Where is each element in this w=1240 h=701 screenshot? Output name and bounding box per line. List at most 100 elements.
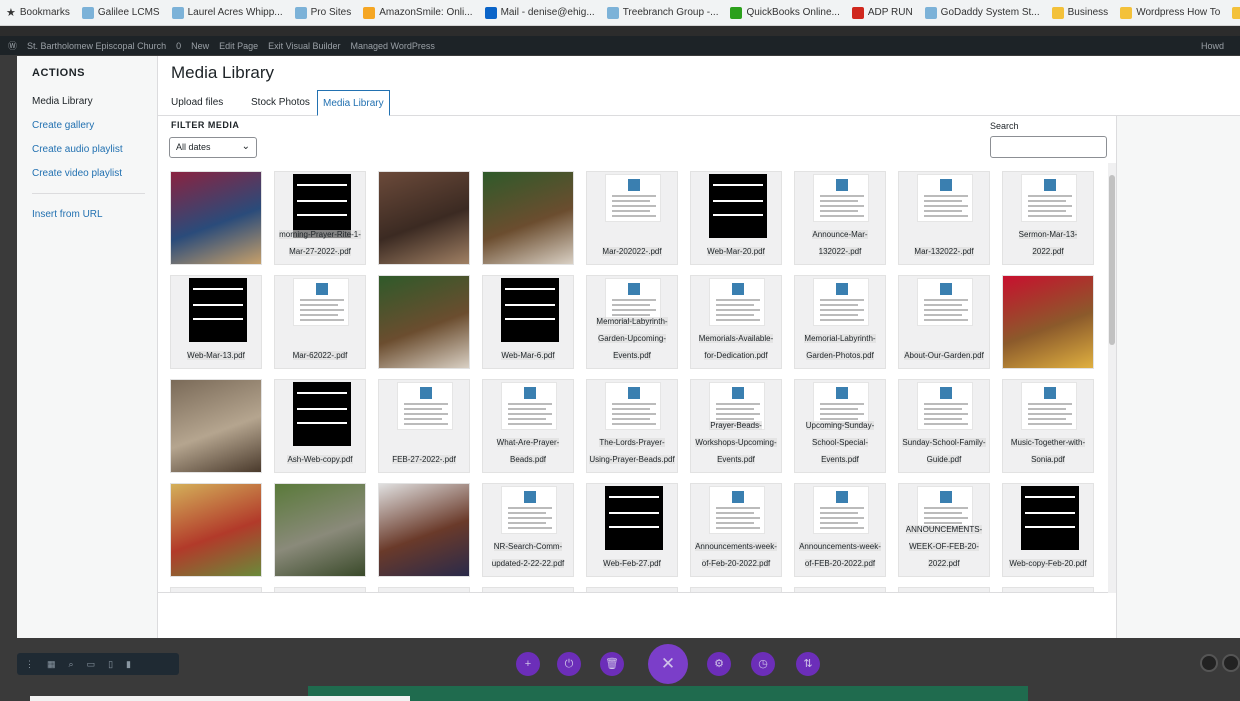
howdy-user[interactable]: Howd bbox=[1201, 41, 1224, 51]
search-circle-icon[interactable] bbox=[1200, 654, 1218, 672]
media-item[interactable] bbox=[170, 483, 262, 577]
media-item[interactable]: FEB-27-2022-.pdf bbox=[378, 379, 470, 473]
media-item[interactable]: NR-Search-Comm-updated-2-22-22.pdf bbox=[482, 483, 574, 577]
media-item[interactable] bbox=[274, 587, 366, 592]
media-item[interactable]: Memorials-Available-for-Dedication.pdf bbox=[690, 275, 782, 369]
media-item[interactable]: Mar-62022-.pdf bbox=[274, 275, 366, 369]
media-item[interactable] bbox=[586, 587, 678, 592]
scrollbar-thumb[interactable] bbox=[1109, 175, 1115, 345]
media-item[interactable]: Memorial-Labyrinth-Garden-Photos.pdf bbox=[794, 275, 886, 369]
sidebar-item-create-video-playlist[interactable]: Create video playlist bbox=[32, 168, 122, 179]
edit-page-link[interactable]: Edit Page bbox=[219, 41, 258, 51]
wordpress-icon[interactable]: Ⓦ bbox=[8, 39, 17, 52]
sidebar-item-create-gallery[interactable]: Create gallery bbox=[32, 120, 94, 131]
media-item[interactable] bbox=[170, 171, 262, 265]
media-item[interactable] bbox=[482, 171, 574, 265]
bookmark-item[interactable]: Laurel Acres Whipp... bbox=[171, 6, 283, 19]
media-item[interactable]: Music-Together-with-Sonia.pdf bbox=[1002, 379, 1094, 473]
help-circle-icon[interactable] bbox=[1222, 654, 1240, 672]
media-item[interactable]: Memorial-Labyrinth-Garden-Upcoming-Event… bbox=[586, 275, 678, 369]
media-item[interactable] bbox=[898, 587, 990, 592]
exit-visual-builder-link[interactable]: Exit Visual Builder bbox=[268, 41, 340, 51]
media-item[interactable] bbox=[378, 483, 470, 577]
close-icon[interactable]: ✕ bbox=[648, 644, 688, 684]
add-icon[interactable]: + bbox=[516, 652, 540, 676]
date-filter-select[interactable]: All dates ⌄ bbox=[169, 137, 257, 158]
tab-upload-files[interactable]: Upload files bbox=[166, 90, 228, 116]
search-input[interactable] bbox=[990, 136, 1107, 158]
sidebar-item-media-library[interactable]: Media Library bbox=[32, 96, 93, 107]
media-item[interactable]: Web-Feb-27.pdf bbox=[586, 483, 678, 577]
bookmark-item[interactable]: AmazonSmile: Onli... bbox=[363, 6, 473, 19]
bookmark-item[interactable]: ★ Bookmarks bbox=[6, 6, 70, 19]
history-icon[interactable]: ◷ bbox=[751, 652, 775, 676]
bookmark-item[interactable]: Wordpress How To bbox=[1120, 6, 1220, 19]
media-item[interactable]: ANNOUNCEMENTS-WEEK-OF-FEB-20-2022.pdf bbox=[898, 483, 990, 577]
bookmark-item[interactable]: Home Ideas bbox=[1232, 6, 1240, 19]
media-item[interactable]: Web-Mar-20.pdf bbox=[690, 171, 782, 265]
media-item[interactable]: morning-Prayer-Rite-1-Mar-27-2022-.pdf bbox=[274, 171, 366, 265]
bookmark-item[interactable]: GoDaddy System St... bbox=[924, 6, 1040, 19]
media-item[interactable] bbox=[378, 171, 470, 265]
bookmark-item[interactable]: Treebranch Group -... bbox=[606, 6, 718, 19]
trash-icon[interactable]: 🗑 bbox=[600, 652, 624, 676]
tab-media-library[interactable]: Media Library bbox=[317, 90, 390, 116]
bookmark-item[interactable]: QuickBooks Online... bbox=[730, 6, 840, 19]
sidebar-item-create-audio-playlist[interactable]: Create audio playlist bbox=[32, 144, 123, 155]
menu-dots-icon[interactable]: ⋮ bbox=[25, 659, 34, 670]
phone-view-icon[interactable]: ▮ bbox=[126, 659, 131, 670]
bookmark-item[interactable]: Mail - denise@ehig... bbox=[484, 6, 595, 19]
managed-wordpress-link[interactable]: Managed WordPress bbox=[351, 41, 435, 51]
bookmark-item[interactable]: ADP RUN bbox=[851, 6, 913, 19]
media-item[interactable]: Web-Mar-13.pdf bbox=[170, 275, 262, 369]
media-item[interactable]: Sermon-Mar-13-2022.pdf bbox=[1002, 171, 1094, 265]
media-item[interactable]: Mar-202022-.pdf bbox=[586, 171, 678, 265]
media-item[interactable]: Web-copy-Feb-20.pdf bbox=[1002, 483, 1094, 577]
media-item[interactable] bbox=[378, 275, 470, 369]
desktop-view-icon[interactable]: ▭ bbox=[87, 659, 96, 670]
sort-icon[interactable]: ⇅ bbox=[796, 652, 820, 676]
document-preview bbox=[709, 278, 765, 326]
media-item[interactable]: Ash-Web-copy.pdf bbox=[274, 379, 366, 473]
grid-scrollbar[interactable] bbox=[1108, 163, 1116, 593]
media-item[interactable] bbox=[1002, 275, 1094, 369]
media-item[interactable]: Mar-132022-.pdf bbox=[898, 171, 990, 265]
media-item[interactable]: The-Lords-Prayer-Using-Prayer-Beads.pdf bbox=[586, 379, 678, 473]
bookmark-item[interactable]: Galilee LCMS bbox=[81, 6, 160, 19]
preview-line bbox=[508, 512, 546, 514]
site-name-link[interactable]: St. Bartholomew Episcopal Church bbox=[27, 41, 166, 51]
comments-count[interactable]: 0 bbox=[176, 41, 181, 51]
media-item[interactable]: Announcements-week-of-Feb-20-2022.pdf bbox=[690, 483, 782, 577]
media-item[interactable] bbox=[482, 587, 574, 592]
bookmark-item[interactable]: Business bbox=[1051, 6, 1108, 19]
amazon-icon bbox=[363, 6, 376, 19]
bookmark-item[interactable]: Pro Sites bbox=[294, 6, 351, 19]
media-item[interactable] bbox=[274, 483, 366, 577]
tablet-view-icon[interactable]: ▯ bbox=[108, 659, 113, 670]
media-item[interactable] bbox=[170, 587, 262, 592]
media-item[interactable]: Sunday-School-Family-Guide.pdf bbox=[898, 379, 990, 473]
media-item[interactable]: What-Are-Prayer-Beads.pdf bbox=[482, 379, 574, 473]
preview-line bbox=[924, 304, 962, 306]
media-item[interactable] bbox=[794, 587, 886, 592]
gear-icon[interactable]: ⚙ bbox=[707, 652, 731, 676]
media-item[interactable]: Announcements-week-of-FEB-20-2022.pdf bbox=[794, 483, 886, 577]
media-item[interactable] bbox=[378, 587, 470, 592]
preview-line bbox=[716, 304, 754, 306]
preview-line bbox=[612, 205, 656, 207]
sidebar-item-insert-from-url[interactable]: Insert from URL bbox=[32, 209, 103, 220]
wireframe-icon[interactable]: ▦ bbox=[47, 659, 56, 670]
media-item[interactable]: About-Our-Garden.pdf bbox=[898, 275, 990, 369]
preview-line bbox=[820, 215, 864, 217]
media-item[interactable] bbox=[690, 587, 782, 592]
new-link[interactable]: New bbox=[191, 41, 209, 51]
media-item[interactable]: Upcoming-Sunday-School-Special-Events.pd… bbox=[794, 379, 886, 473]
media-item[interactable]: Announce-Mar-132022-.pdf bbox=[794, 171, 886, 265]
media-item[interactable]: Prayer-Beads-Workshops-Upcoming-Events.p… bbox=[690, 379, 782, 473]
zoom-icon[interactable]: ⌕ bbox=[69, 659, 74, 670]
media-item[interactable] bbox=[1002, 587, 1094, 592]
media-item[interactable]: Web-Mar-6.pdf bbox=[482, 275, 574, 369]
power-icon[interactable]: ⏻ bbox=[557, 652, 581, 676]
media-item[interactable] bbox=[170, 379, 262, 473]
tab-stock-photos[interactable]: Stock Photos bbox=[246, 90, 315, 116]
